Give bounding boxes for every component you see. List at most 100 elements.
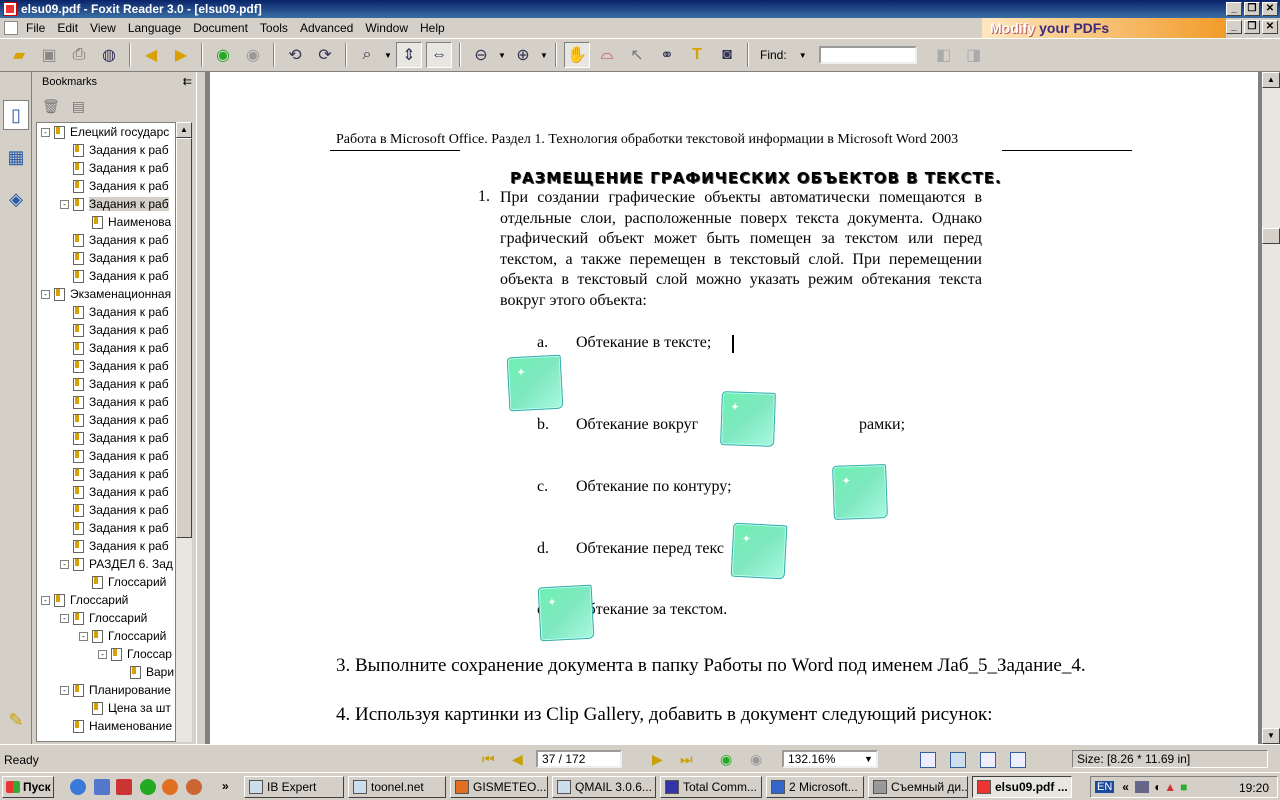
menu-help[interactable]: Help [414,21,451,35]
bookmark-item[interactable]: Задания к раб [60,357,169,375]
save-icon[interactable]: ▣ [36,42,62,68]
language-indicator[interactable]: EN [1095,781,1115,793]
bookmarks-tab-icon[interactable]: ▯ [3,100,29,130]
collapse-toggle-icon[interactable]: - [60,685,69,695]
next-page-status-icon[interactable]: ▶ [652,751,663,768]
bookmark-item[interactable]: Наименова [79,213,171,231]
collapse-toggle-icon[interactable]: - [98,649,107,659]
rotate-right-icon[interactable]: ⟳ [312,42,338,68]
task-total-commander[interactable]: Total Comm... [660,776,762,798]
text-select-icon[interactable]: T [684,42,710,68]
more-quicklaunch-icon[interactable]: » [222,779,238,795]
bookmark-item[interactable]: Цена за шт [79,699,171,717]
bookmark-item[interactable]: - Задания к раб [60,195,169,213]
bookmark-item[interactable]: Задания к раб [60,447,169,465]
single-page-view-icon[interactable] [920,752,936,768]
graphic-shape[interactable] [537,584,595,642]
document-scrollbar[interactable]: ▲ ▼ [1262,72,1280,744]
bookmarks-scrollbar[interactable]: ▲ [176,122,192,742]
prev-page-icon[interactable]: ◀ [512,751,523,768]
email-icon[interactable]: ◍ [96,42,122,68]
go-back-icon[interactable]: ◉ [210,42,236,68]
restore-button[interactable]: ❐ [1244,2,1260,16]
find-previous-icon[interactable]: ◧ [931,42,957,68]
delete-bookmark-icon[interactable]: 🗑 [42,98,60,120]
bookmark-item[interactable]: Задания к раб [60,501,169,519]
pages-tab-icon[interactable]: ▦ [3,142,29,172]
bookmark-item[interactable]: Задания к раб [60,465,169,483]
find-next-icon[interactable]: ◨ [961,42,987,68]
bookmark-item[interactable]: Задания к раб [60,537,169,555]
bookmark-item[interactable]: - Экзаменационная [41,285,171,303]
firefox-icon[interactable] [162,779,178,795]
last-page-icon[interactable]: ⏭ [680,751,693,768]
attachments-tab-icon[interactable]: ✎ [3,705,29,735]
doc-scroll-thumb[interactable] [1262,228,1280,244]
go-forward-icon[interactable]: ◉ [240,42,266,68]
task-microsoft-word[interactable]: 2 Microsoft... [766,776,864,798]
bookmarks-scroll-thumb[interactable] [176,138,192,538]
menu-window[interactable]: Window [359,21,414,35]
menu-view[interactable]: View [84,21,122,35]
app-icon[interactable] [186,779,202,795]
foxit-app-icon[interactable] [3,2,17,16]
network-icon[interactable] [140,779,156,795]
tray-network-icon[interactable] [1134,781,1149,793]
bookmark-item[interactable]: - РАЗДЕЛ 6. Зад [60,555,173,573]
panel-splitter[interactable] [196,72,206,744]
bookmark-item[interactable]: Задания к раб [60,231,169,249]
collapse-toggle-icon[interactable]: - [41,289,50,299]
bookmark-item[interactable]: - Глоссарий [41,591,128,609]
bookmark-item[interactable]: Задания к раб [60,411,169,429]
find-options-dropdown-icon[interactable]: ▼ [799,51,807,60]
zoom-in-icon[interactable]: ⊕ [510,42,536,68]
desktop-icon[interactable] [94,779,110,795]
modify-pdfs-banner[interactable]: Modify your PDFs [982,18,1226,38]
new-bookmark-icon[interactable]: ▤ [72,98,85,120]
menu-document[interactable]: Document [187,21,254,35]
zoom-in-dropdown-icon[interactable]: ▼ [540,51,548,60]
previous-page-icon[interactable]: ◀ [138,42,164,68]
scroll-up-arrow-icon[interactable]: ▲ [176,122,192,138]
facing-view-icon[interactable] [980,752,996,768]
tray-app-icon[interactable]: ■ [1180,780,1187,794]
zoom-select-dropdown-icon[interactable]: ▼ [864,754,873,764]
continuous-facing-view-icon[interactable] [1010,752,1026,768]
task-foxit-reader[interactable]: elsu09.pdf ... [972,776,1072,798]
back-view-icon[interactable]: ◉ [720,751,732,768]
bookmark-item[interactable]: - Глоссарий [60,609,147,627]
collapse-toggle-icon[interactable]: - [60,613,69,623]
forward-view-icon[interactable]: ◉ [750,751,762,768]
collapse-panel-icon[interactable]: ⇇ [183,75,192,88]
glasses-icon[interactable]: ⌓ [594,42,620,68]
doc-restore-button[interactable]: ❐ [1244,20,1260,34]
page-number-input[interactable]: 37 / 172 [536,750,622,768]
minimize-button[interactable]: _ [1226,2,1242,16]
select-arrow-icon[interactable]: ↖ [624,42,650,68]
task-removable-disk[interactable]: Съемный ди... [868,776,968,798]
collapse-toggle-icon[interactable]: - [79,631,88,641]
tray-antivirus-icon[interactable]: ▲ [1164,780,1176,794]
rotate-left-icon[interactable]: ⟲ [282,42,308,68]
collapse-toggle-icon[interactable]: - [60,559,69,569]
doc-scroll-down-arrow-icon[interactable]: ▼ [1262,728,1280,744]
graphic-shape[interactable] [720,391,776,447]
bookmark-item[interactable]: Задания к раб [60,375,169,393]
open-icon[interactable]: ▰ [6,42,32,68]
doc-minimize-button[interactable]: _ [1226,20,1242,34]
graphic-shape[interactable] [506,354,564,412]
bookmark-item[interactable]: Задания к раб [60,303,169,321]
zoom-out-icon[interactable]: ⊖ [468,42,494,68]
task-toonel[interactable]: toonel.net [348,776,446,798]
next-page-icon[interactable]: ▶ [168,42,194,68]
document-icon[interactable] [4,21,18,35]
collapse-toggle-icon[interactable]: - [41,595,50,605]
layers-tab-icon[interactable]: ◈ [3,184,29,214]
find-input[interactable] [818,46,917,64]
menu-tools[interactable]: Tools [254,21,294,35]
bookmark-item[interactable]: Задания к раб [60,339,169,357]
bookmark-item[interactable]: Задания к раб [60,483,169,501]
bookmark-item[interactable]: Задания к раб [60,393,169,411]
tool-icon[interactable] [116,779,132,795]
menu-edit[interactable]: Edit [51,21,84,35]
